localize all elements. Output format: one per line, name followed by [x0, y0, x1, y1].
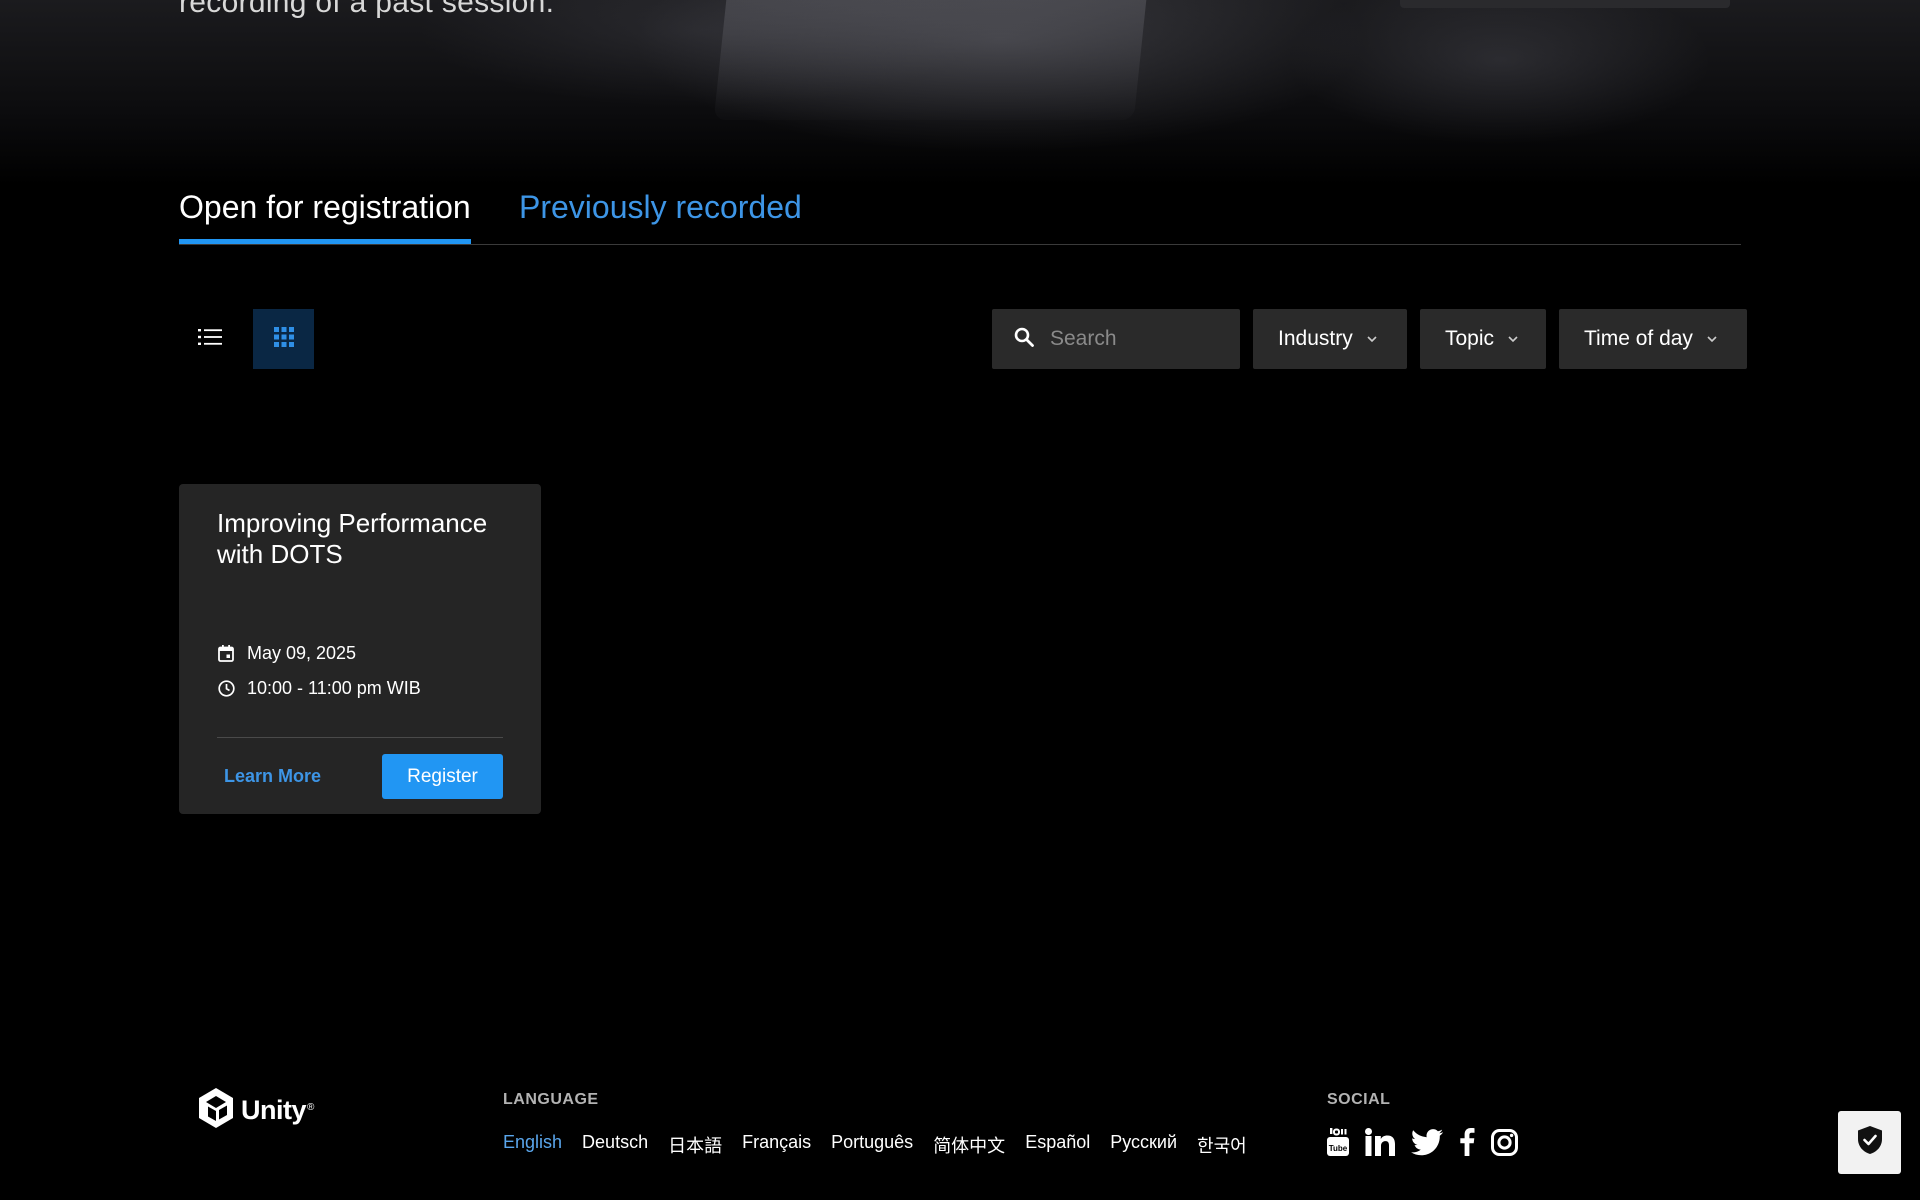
session-title: Improving Performance with DOTS — [217, 508, 488, 569]
tab-previously-recorded[interactable]: Previously recorded — [519, 185, 802, 229]
register-button[interactable]: Register — [382, 754, 503, 799]
session-date: May 09, 2025 — [247, 643, 357, 663]
search-input[interactable] — [1050, 327, 1220, 351]
twitter-icon[interactable] — [1411, 1128, 1443, 1156]
grid-icon — [273, 326, 294, 352]
language-heading: LANGUAGE — [503, 1091, 599, 1108]
logo-registered-mark: ® — [307, 1102, 315, 1113]
industry-dropdown[interactable]: Industry — [1253, 309, 1407, 369]
clock-icon — [217, 680, 235, 698]
topic-dropdown-label: Topic — [1445, 327, 1495, 350]
language-list: English Deutsch 日本語 Français Português 简… — [503, 1132, 1267, 1158]
shield-check-icon — [1857, 1125, 1883, 1160]
grid-view-button[interactable] — [253, 309, 314, 369]
privacy-settings-button[interactable] — [1838, 1111, 1901, 1174]
hero-background — [0, 0, 1920, 185]
facebook-icon[interactable] — [1459, 1128, 1475, 1156]
session-tabs: Open for registration Previously recorde… — [179, 185, 1741, 245]
unity-logo[interactable]: Unity ® — [197, 1087, 314, 1134]
language-japanese[interactable]: 日本語 — [668, 1132, 722, 1158]
calendar-icon — [217, 645, 235, 663]
instagram-icon[interactable] — [1491, 1128, 1518, 1156]
language-espanol[interactable]: Español — [1025, 1132, 1090, 1158]
social-links: Tube — [1327, 1128, 1534, 1156]
topic-dropdown[interactable]: Topic — [1420, 309, 1546, 369]
time-of-day-dropdown-label: Time of day — [1584, 327, 1693, 350]
language-deutsch[interactable]: Deutsch — [582, 1132, 648, 1158]
list-icon — [197, 327, 222, 352]
chevron-down-icon — [1367, 332, 1377, 346]
time-of-day-dropdown[interactable]: Time of day — [1559, 309, 1747, 369]
hero-image-card — [1400, 0, 1730, 8]
hero-image-laptop — [713, 0, 1147, 120]
social-heading: SOCIAL — [1327, 1091, 1391, 1108]
language-korean[interactable]: 한국어 — [1197, 1132, 1247, 1158]
hero-subtitle: recording of a past session. — [179, 0, 555, 19]
session-card: Improving Performance with DOTS May 09, … — [179, 484, 541, 814]
search-icon — [1014, 327, 1034, 352]
session-time-row: 10:00 - 11:00 pm WIB — [217, 678, 421, 699]
card-divider — [217, 737, 503, 738]
language-portugues[interactable]: Português — [831, 1132, 913, 1158]
chevron-down-icon — [1707, 332, 1717, 346]
language-russian[interactable]: Русский — [1110, 1132, 1177, 1158]
industry-dropdown-label: Industry — [1278, 327, 1353, 350]
chevron-down-icon — [1508, 332, 1518, 346]
learn-more-link[interactable]: Learn More — [224, 766, 321, 787]
session-date-row: May 09, 2025 — [217, 643, 356, 664]
search-box[interactable] — [992, 309, 1240, 369]
tab-open-for-registration[interactable]: Open for registration — [179, 185, 471, 244]
unity-cube-icon — [197, 1087, 235, 1134]
youtube-icon[interactable]: Tube — [1327, 1128, 1349, 1156]
linkedin-icon[interactable] — [1365, 1128, 1395, 1156]
language-francais[interactable]: Français — [742, 1132, 811, 1158]
logo-wordmark: Unity — [241, 1095, 307, 1125]
svg-text:Tube: Tube — [1329, 1144, 1348, 1153]
session-time: 10:00 - 11:00 pm WIB — [247, 678, 421, 698]
language-chinese-simplified[interactable]: 简体中文 — [933, 1132, 1005, 1158]
list-view-button[interactable] — [179, 309, 240, 369]
language-english[interactable]: English — [503, 1132, 562, 1158]
